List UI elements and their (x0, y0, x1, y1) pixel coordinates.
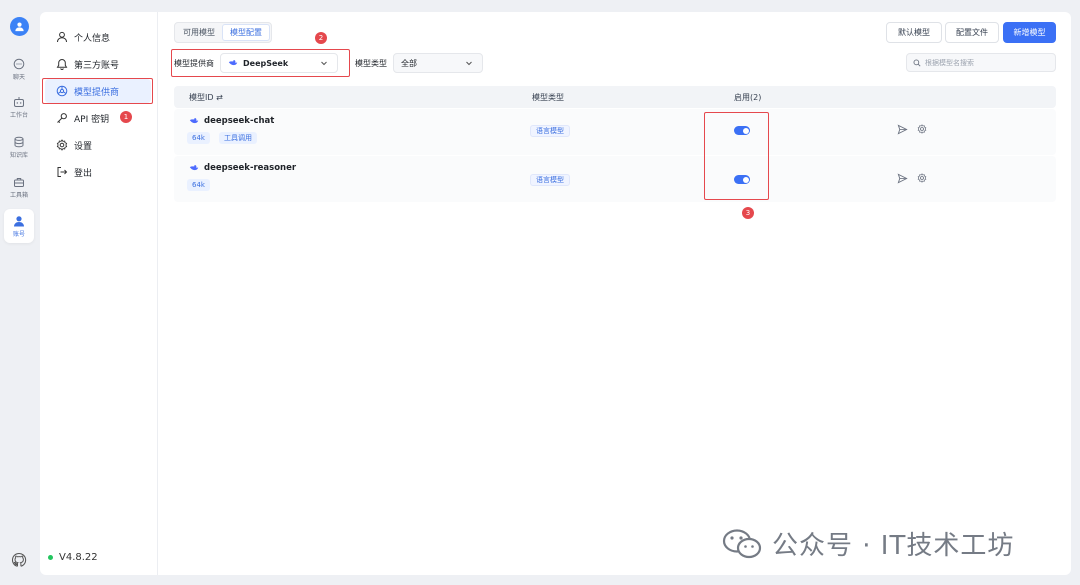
model-name-text: deepseek-reasoner (204, 163, 297, 173)
annotation-box-2 (171, 49, 350, 77)
model-type-tag: 语言模型 (530, 174, 570, 186)
status-dot (48, 555, 53, 560)
gear-icon[interactable] (917, 124, 927, 134)
model-type-tag: 语言模型 (530, 125, 570, 137)
sidebar-item-third-party[interactable]: 第三方账号 (45, 52, 151, 76)
header-model-id-text: 模型ID (189, 93, 214, 102)
tab-available-models[interactable]: 可用模型 (176, 24, 222, 41)
rail-item-chat[interactable]: 聊天 (4, 52, 34, 86)
sort-icon[interactable]: ⇄ (216, 93, 223, 102)
logout-icon (57, 167, 68, 177)
table-row: deepseek-reasoner 64k 语言模型 (174, 156, 1056, 202)
sidebar-item-label: API 密钥 (74, 114, 110, 125)
tab-bar: 可用模型 模型配置 (174, 22, 272, 43)
rail-item-account[interactable]: 账号 (4, 209, 34, 243)
send-icon[interactable] (897, 173, 908, 184)
version-label: V4.8.22 (48, 552, 98, 563)
table-row: deepseek-chat 64k 工具调用 语言模型 (174, 109, 1056, 155)
sidebar-item-settings[interactable]: 设置 (45, 133, 151, 157)
header-model-type: 模型类型 (532, 93, 564, 102)
chevron-down-icon (466, 61, 472, 66)
main-panel: 个人信息 第三方账号 模型提供商 API 密钥 设置 登出 V4.8.22 1 … (40, 12, 1071, 575)
main-content: 可用模型 模型配置 默认模型 配置文件 新增模型 模型提供商 DeepSeek … (158, 12, 1071, 575)
watermark: 公众号 · IT技术工坊 (722, 525, 1014, 562)
model-name: deepseek-reasoner (189, 163, 296, 173)
avatar[interactable] (10, 17, 29, 36)
add-model-button[interactable]: 新增模型 (1003, 22, 1056, 43)
header-model-id[interactable]: 模型ID ⇄ (189, 92, 223, 103)
rail-item-label: 工具箱 (9, 191, 28, 199)
robot-icon (14, 96, 24, 107)
version-text: V4.8.22 (59, 552, 98, 563)
context-tag: 64k (187, 179, 210, 191)
send-icon[interactable] (897, 124, 908, 135)
search-placeholder: 根据模型名搜索 (925, 58, 974, 67)
user-icon (14, 215, 24, 226)
gear-icon[interactable] (917, 173, 927, 183)
context-tag: 64k (187, 132, 210, 144)
search-icon (913, 59, 921, 67)
sidebar-item-api-key[interactable]: API 密钥 (45, 106, 151, 130)
tool-call-tag: 工具调用 (219, 132, 257, 144)
sidebar-item-profile[interactable]: 个人信息 (45, 25, 151, 49)
rail-item-knowledge[interactable]: 知识库 (4, 130, 34, 164)
annotation-box-3 (704, 112, 769, 200)
sidebar-item-label: 登出 (74, 168, 93, 179)
user-outline-icon (57, 31, 67, 43)
default-model-button[interactable]: 默认模型 (886, 22, 942, 43)
annotation-box-1 (42, 78, 153, 104)
toolbox-icon (14, 177, 24, 187)
bell-icon (56, 58, 68, 70)
key-icon (57, 113, 67, 123)
deepseek-whale-icon (189, 118, 199, 124)
table-header: 模型ID ⇄ 模型类型 启用(2) (174, 86, 1056, 108)
annotation-number-1: 1 (120, 111, 132, 123)
model-name-text: deepseek-chat (204, 116, 275, 126)
model-type-select[interactable]: 全部 (393, 53, 483, 73)
rail-item-toolbox[interactable]: 工具箱 (4, 170, 34, 204)
model-type-value: 全部 (401, 58, 417, 68)
database-icon (14, 136, 24, 147)
sidebar-item-label: 第三方账号 (74, 60, 120, 71)
rail-item-workbench[interactable]: 工作台 (4, 90, 34, 124)
wechat-icon (722, 528, 762, 558)
left-rail: 聊天 工作台 知识库 工具箱 账号 (0, 0, 38, 585)
tab-model-config[interactable]: 模型配置 (222, 24, 270, 41)
rail-item-label: 聊天 (12, 73, 25, 81)
search-input[interactable]: 根据模型名搜索 (906, 53, 1056, 72)
user-icon (15, 22, 24, 32)
model-type-label: 模型类型 (355, 59, 387, 68)
annotation-number-3: 3 (742, 207, 754, 219)
header-enabled: 启用(2) (734, 93, 762, 102)
rail-item-label: 知识库 (9, 151, 28, 159)
github-icon[interactable] (11, 552, 27, 568)
chat-icon (13, 58, 25, 69)
config-file-button[interactable]: 配置文件 (945, 22, 999, 43)
model-name: deepseek-chat (189, 116, 274, 126)
settings-icon (56, 139, 68, 151)
sidebar-item-logout[interactable]: 登出 (45, 160, 151, 184)
annotation-number-2: 2 (315, 32, 327, 44)
sidebar-item-label: 个人信息 (74, 33, 111, 44)
sidebar-item-label: 设置 (74, 141, 93, 152)
deepseek-whale-icon (189, 165, 199, 171)
rail-item-label: 工作台 (9, 111, 28, 119)
rail-item-label: 账号 (12, 230, 25, 238)
watermark-text: 公众号 · IT技术工坊 (772, 531, 1015, 561)
